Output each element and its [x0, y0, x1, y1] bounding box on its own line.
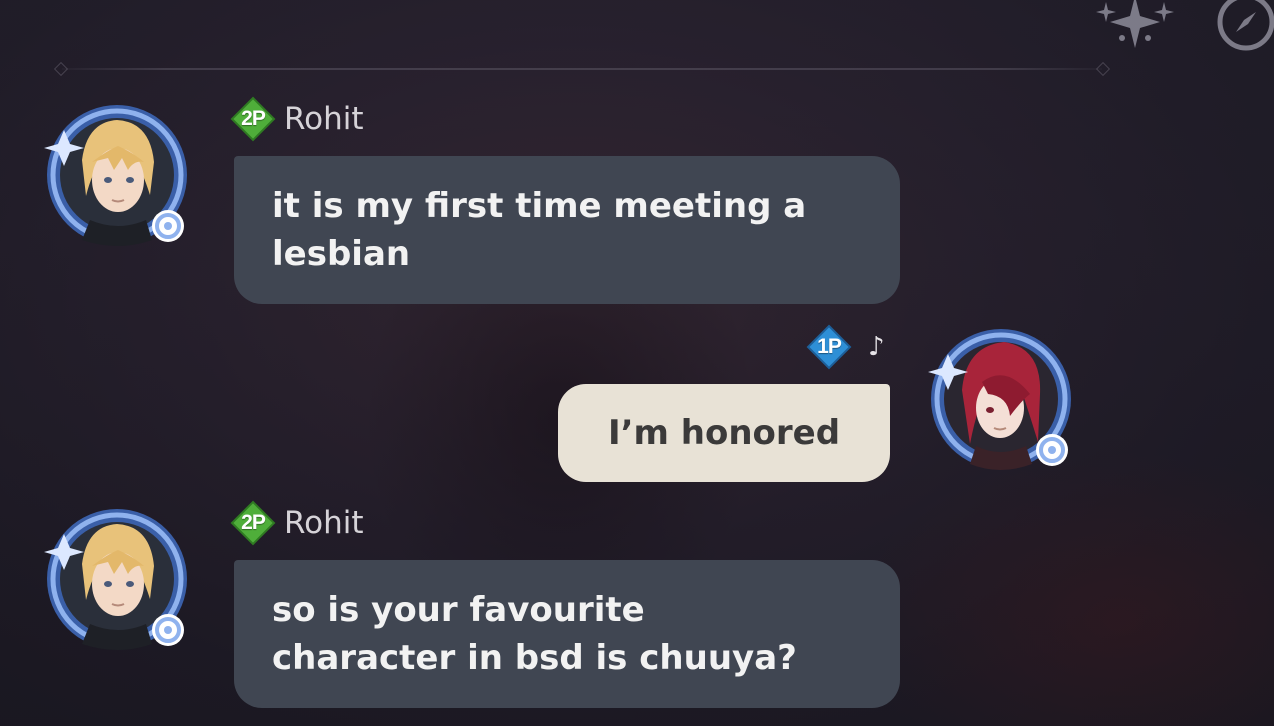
music-note-icon: ♪	[868, 332, 885, 362]
message-text: it is my first time meeting a lesbian	[272, 186, 807, 274]
blonde-character-avatar[interactable]	[42, 100, 192, 250]
red-haired-character-avatar[interactable]	[926, 324, 1076, 474]
chat-bubble-self: I’m honored	[558, 384, 890, 482]
message-header: 1P ♪	[806, 324, 885, 370]
message-text: so is your favourite character in bsd is…	[272, 590, 797, 678]
player-name: Rohit	[284, 101, 364, 137]
player-badge-2p: 2P	[230, 96, 276, 142]
chat-bubble: so is your favourite character in bsd is…	[234, 560, 900, 708]
player-name: Rohit	[284, 505, 364, 541]
paimon-menu-icon[interactable]	[1092, 0, 1178, 54]
player-badge-label: 2P	[241, 107, 266, 130]
player-badge-label: 2P	[241, 511, 266, 534]
header-divider	[62, 68, 1102, 70]
player-badge-1p: 1P	[806, 324, 852, 370]
chat-bubble: it is my first time meeting a lesbian	[234, 156, 900, 304]
compass-icon[interactable]	[1214, 0, 1274, 54]
message-header: 2P Rohit	[230, 96, 364, 142]
player-badge-2p: 2P	[230, 500, 276, 546]
player-badge-label: 1P	[817, 335, 842, 358]
message-text: I’m honored	[607, 413, 841, 453]
blonde-character-avatar[interactable]	[42, 504, 192, 654]
message-header: 2P Rohit	[230, 500, 364, 546]
